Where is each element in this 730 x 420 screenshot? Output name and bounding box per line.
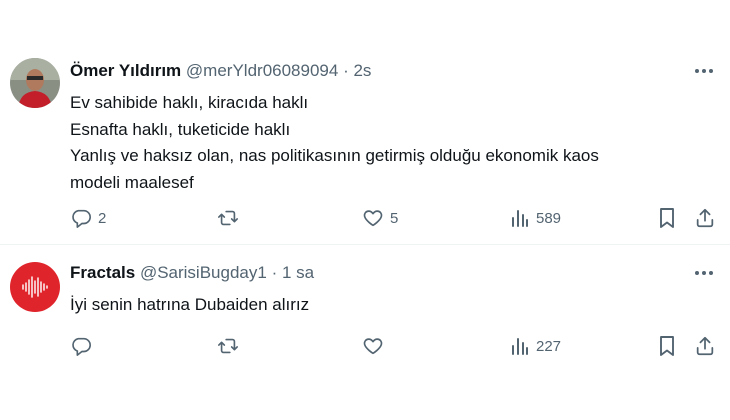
tweet-text-line: Esnafta haklı, tuketicide haklı (70, 119, 291, 139)
avatar[interactable] (10, 58, 60, 108)
meta-separator: · (271, 263, 278, 282)
reply-count: 2 (98, 209, 107, 227)
retweet-button[interactable] (216, 206, 240, 230)
tweet-header: Fractals @SarisiBugday1 · 1 sa (70, 262, 314, 284)
more-icon[interactable] (694, 64, 714, 78)
avatar-photo (10, 58, 60, 108)
views-icon (512, 338, 528, 355)
like-icon (363, 210, 383, 227)
tweet-time[interactable]: 2s (353, 61, 371, 80)
audio-wave-icon (10, 262, 60, 312)
like-button[interactable] (362, 334, 390, 358)
tweet-text-line: Yanlış ve haksız olan, nas politikasının… (70, 146, 599, 165)
bookmark-button[interactable] (657, 334, 677, 358)
tweet-time[interactable]: 1 sa (282, 263, 314, 282)
author-handle[interactable]: @SarisiBugday1 (140, 263, 267, 282)
author-name[interactable]: Ömer Yıldırım (70, 61, 181, 80)
author-name[interactable]: Fractals (70, 263, 135, 282)
tweet-text-line: modeli maalesef (70, 172, 194, 192)
views-icon (512, 210, 528, 227)
retweet-icon (218, 210, 238, 226)
like-count: 5 (390, 209, 399, 227)
meta-separator: · (343, 61, 349, 80)
share-button[interactable] (694, 334, 716, 358)
tweet-text: Ev sahibide haklı, kiracıda haklı Esnaft… (70, 90, 700, 196)
bookmark-icon (660, 208, 674, 228)
reply-icon (72, 337, 91, 356)
more-icon[interactable] (694, 266, 714, 280)
reply-button[interactable]: 2 (70, 206, 106, 230)
views-count: 589 (536, 209, 562, 227)
views-button[interactable]: 589 (510, 206, 561, 230)
tweet[interactable]: Ömer Yıldırım @merYldr06089094 · 2s Ev s… (0, 42, 730, 245)
share-button[interactable] (694, 206, 716, 230)
tweet-divider (0, 244, 730, 245)
share-icon (696, 336, 714, 356)
tweet-text: İyi senin hatrına Dubaiden alırız (70, 292, 700, 319)
bookmark-icon (660, 336, 674, 356)
share-icon (696, 208, 714, 228)
author-handle[interactable]: @merYldr06089094 (186, 61, 338, 80)
action-bar: 2 5 589 (0, 206, 730, 230)
bookmark-button[interactable] (657, 206, 677, 230)
tweet-header: Ömer Yıldırım @merYldr06089094 · 2s (70, 60, 371, 82)
views-button[interactable]: 227 (510, 334, 561, 358)
retweet-icon (218, 338, 238, 354)
reply-icon (72, 209, 91, 228)
reply-button[interactable] (70, 334, 98, 358)
tweet[interactable]: Fractals @SarisiBugday1 · 1 sa İyi senin… (0, 246, 730, 420)
retweet-button[interactable] (216, 334, 240, 358)
tweet-text-line: Ev sahibide haklı, kiracıda haklı (70, 93, 309, 112)
like-icon (363, 338, 383, 355)
avatar[interactable] (10, 262, 60, 312)
action-bar: 227 (0, 334, 730, 358)
tweet-text-line: İyi senin hatrına Dubaiden alırız (70, 295, 310, 314)
like-button[interactable]: 5 (362, 206, 398, 230)
views-count: 227 (536, 337, 562, 355)
